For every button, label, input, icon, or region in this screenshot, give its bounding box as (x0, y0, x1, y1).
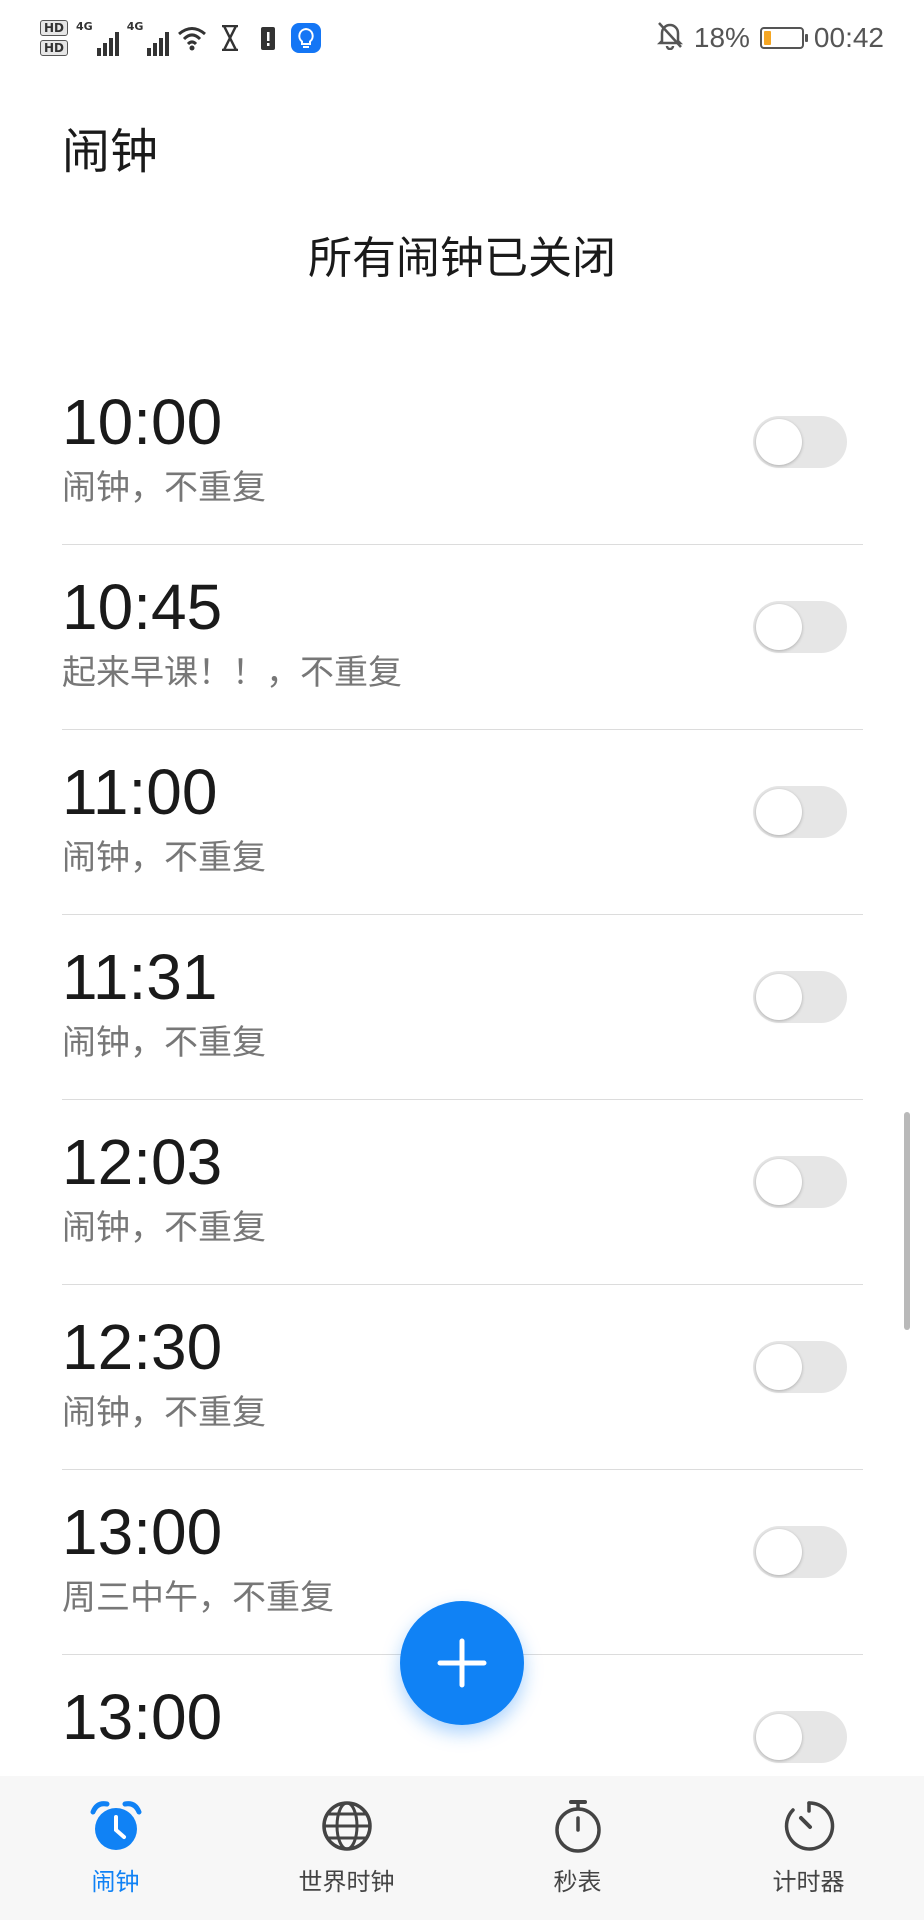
alarm-time: 13:00 (62, 1496, 223, 1568)
alarm-item[interactable]: 10:45 起来早课！！，不重复 (62, 545, 863, 730)
hd-label-1: HD (40, 20, 69, 36)
alarm-time: 10:45 (62, 571, 223, 643)
globe-icon (319, 1798, 375, 1854)
alarm-toggle[interactable] (753, 1341, 847, 1393)
alarm-toggle[interactable] (753, 971, 847, 1023)
clock-app-screen: HD HD 4G 4G 18% 00:42 闹钟 所有闹钟已关闭 10:00 闹… (0, 0, 924, 1920)
stopwatch-icon (550, 1798, 606, 1854)
alarm-toggle[interactable] (753, 416, 847, 468)
alarm-clock-icon (88, 1798, 144, 1854)
alarm-item[interactable]: 10:00 闹钟，不重复 (62, 360, 863, 545)
bell-off-icon (656, 20, 684, 57)
alarm-time: 12:30 (62, 1311, 223, 1383)
alarm-item[interactable]: 12:03 闹钟，不重复 (62, 1100, 863, 1285)
nav-label-timer: 计时器 (772, 1868, 845, 1896)
nav-item-world-clock[interactable]: 世界时钟 (231, 1776, 462, 1920)
alarm-label: 起来早课！！，不重复 (62, 653, 402, 693)
alarm-label: 闹钟，不重复 (62, 838, 266, 878)
hourglass-icon (215, 23, 245, 53)
nav-item-stopwatch[interactable]: 秒表 (462, 1776, 693, 1920)
toggle-knob (756, 1714, 802, 1760)
alarm-label: 闹钟，不重复 (62, 1023, 266, 1063)
signal-icon: 4G (76, 20, 119, 56)
alarm-item[interactable]: 12:30 闹钟，不重复 (62, 1285, 863, 1470)
alarm-toggle[interactable] (753, 786, 847, 838)
status-bar-right: 18% 00:42 (656, 14, 884, 62)
alarm-label: 周三中午，不重复 (62, 1578, 334, 1618)
nav-label-alarm: 闹钟 (91, 1868, 140, 1896)
add-alarm-button[interactable] (400, 1601, 524, 1725)
hd-icon: HD HD (40, 20, 69, 56)
status-bar-left: HD HD 4G 4G (40, 10, 322, 66)
clock-time: 00:42 (813, 22, 884, 53)
toggle-knob (756, 974, 802, 1020)
signal-icon-2: 4G (127, 20, 170, 56)
alarm-time: 13:00 (62, 1681, 223, 1753)
toggle-knob (756, 1159, 802, 1205)
bottom-nav: 闹钟 世界时钟 秒表 计时器 (0, 1776, 924, 1920)
network-type-1: 4G (76, 20, 93, 33)
alarm-list: 10:00 闹钟，不重复 10:45 起来早课！！，不重复 11:00 闹钟，不… (62, 360, 863, 1776)
page-title: 闹钟 (62, 124, 159, 180)
alarm-status-summary: 所有闹钟已关闭 (308, 233, 616, 284)
toggle-knob (756, 604, 802, 650)
wifi-icon (177, 23, 207, 53)
alarm-toggle[interactable] (753, 1526, 847, 1578)
alarm-label: 闹钟，不重复 (62, 1208, 266, 1248)
nav-label-stopwatch: 秒表 (553, 1868, 602, 1896)
scrollbar[interactable] (904, 1112, 910, 1330)
toggle-knob (756, 789, 802, 835)
alarm-time: 10:00 (62, 386, 223, 458)
hd-label-2: HD (40, 40, 69, 56)
toggle-knob (756, 1344, 802, 1390)
alarm-toggle[interactable] (753, 1711, 847, 1763)
plus-icon (437, 1638, 487, 1688)
alarm-label: 闹钟，不重复 (62, 1393, 266, 1433)
nav-label-world-clock: 世界时钟 (298, 1868, 395, 1896)
nav-item-timer[interactable]: 计时器 (693, 1776, 924, 1920)
battery-icon (759, 27, 808, 49)
alarm-label: 闹钟，不重复 (62, 468, 266, 508)
alarm-time: 11:31 (62, 941, 218, 1013)
alarm-item[interactable]: 11:31 闹钟，不重复 (62, 915, 863, 1100)
alarm-time: 12:03 (62, 1126, 223, 1198)
alert-icon (253, 23, 283, 53)
timer-icon (781, 1798, 837, 1854)
status-bar: HD HD 4G 4G 18% 00:42 (0, 0, 924, 72)
battery-percent: 18% (693, 22, 750, 53)
toggle-knob (756, 1529, 802, 1575)
alarm-toggle[interactable] (753, 601, 847, 653)
network-type-2: 4G (126, 20, 144, 33)
alarm-toggle[interactable] (753, 1156, 847, 1208)
lightbulb-icon (291, 23, 322, 53)
alarm-time: 11:00 (62, 756, 218, 828)
toggle-knob (756, 419, 802, 465)
nav-item-alarm[interactable]: 闹钟 (0, 1776, 231, 1920)
alarm-item[interactable]: 11:00 闹钟，不重复 (62, 730, 863, 915)
